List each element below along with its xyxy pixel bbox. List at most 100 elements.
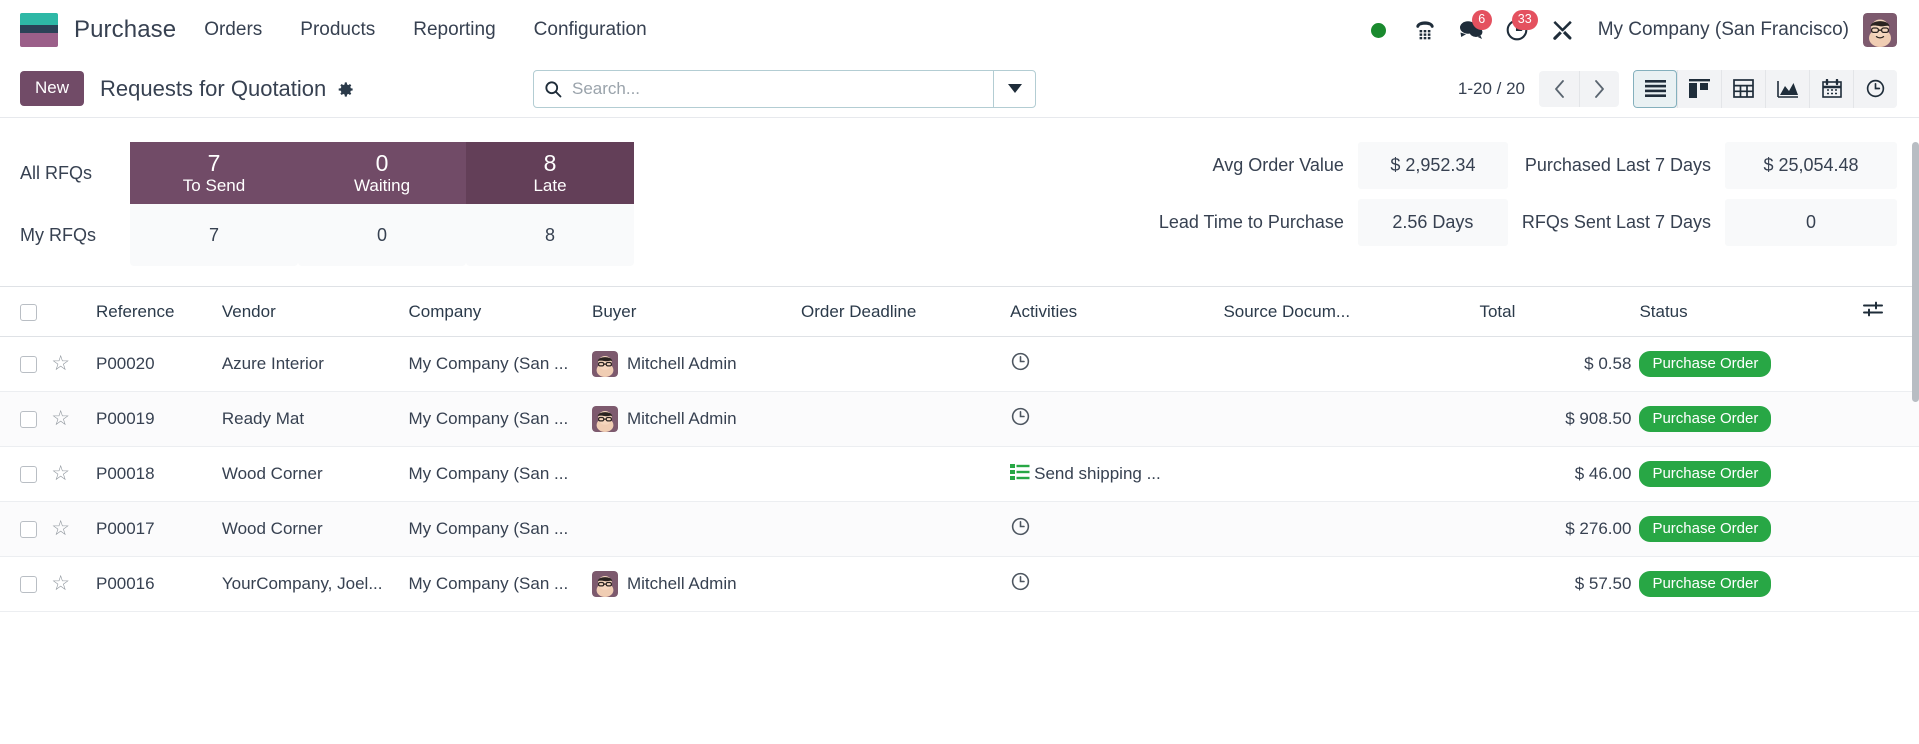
cell-activities[interactable] <box>1010 336 1224 392</box>
odoo-logo[interactable] <box>20 13 58 47</box>
vertical-scrollbar[interactable] <box>1912 142 1919 744</box>
page-title: Requests for Quotation <box>100 75 327 101</box>
select-all-checkbox[interactable] <box>20 303 37 321</box>
header-buyer[interactable]: Buyer <box>591 287 802 337</box>
activities-clock-icon[interactable]: 33 <box>1494 8 1540 52</box>
cell-optional <box>1863 336 1919 392</box>
menu-item-orders[interactable]: Orders <box>202 15 264 45</box>
kpi-rfqs-sent-last-7-days-value[interactable]: 0 <box>1725 199 1897 246</box>
table-row[interactable]: ☆ P00016 YourCompany, Joel... My Company… <box>0 556 1919 612</box>
messages-icon[interactable]: 6 <box>1448 8 1494 52</box>
table-row[interactable]: ☆ P00018 Wood Corner My Company (San ... <box>0 446 1919 502</box>
cell-reference[interactable]: P00017 <box>95 501 222 557</box>
view-switcher-kanban[interactable] <box>1677 69 1721 108</box>
pager-next-button[interactable] <box>1579 70 1619 107</box>
tile-late-all[interactable]: 8 Late <box>466 142 634 204</box>
gear-icon[interactable] <box>336 80 355 99</box>
cell-activities[interactable] <box>1010 391 1224 447</box>
phone-dialpad-icon[interactable] <box>1402 8 1448 52</box>
app-name[interactable]: Purchase <box>74 16 176 44</box>
view-switcher-graph[interactable] <box>1765 69 1809 108</box>
view-switcher-list[interactable] <box>1633 69 1677 108</box>
sliders-icon[interactable] <box>1863 301 1884 317</box>
menu-item-products[interactable]: Products <box>298 15 377 45</box>
menu-item-configuration[interactable]: Configuration <box>532 15 649 45</box>
cell-reference[interactable]: P00018 <box>95 446 222 502</box>
header-source-document[interactable]: Source Docum... <box>1223 287 1480 337</box>
pager-value[interactable]: 1-20 / 20 <box>1458 79 1525 99</box>
tile-late-mine[interactable]: 8 <box>466 204 634 266</box>
row-checkbox[interactable] <box>20 521 37 539</box>
header-vendor[interactable]: Vendor <box>221 287 409 337</box>
buyer-avatar <box>591 351 618 377</box>
rfq-aggregates: All RFQs 7 To Send 0 Waiting 8 Late My R… <box>20 142 634 266</box>
cell-company: My Company (San ... <box>408 446 592 502</box>
table-row[interactable]: ☆ P00020 Azure Interior My Company (San … <box>0 336 1919 392</box>
cell-status: Purchase Order <box>1639 391 1864 447</box>
row-checkbox[interactable] <box>20 576 37 594</box>
kpi-avg-order-value[interactable]: $ 2,952.34 <box>1357 142 1508 189</box>
cell-total: $ 276.00 <box>1479 501 1640 557</box>
view-switcher-pivot[interactable] <box>1721 69 1765 108</box>
kpi-lead-time-value[interactable]: 2.56 Days <box>1357 199 1508 246</box>
cell-vendor: Ready Mat <box>221 391 409 447</box>
favorite-star-icon[interactable]: ☆ <box>51 408 70 429</box>
clock-icon[interactable] <box>1010 406 1031 432</box>
new-button[interactable]: New <box>20 71 85 106</box>
tile-to-send-all[interactable]: 7 To Send <box>130 142 298 204</box>
tile-waiting-mine[interactable]: 0 <box>298 204 466 266</box>
select-all-header <box>0 287 52 337</box>
cell-activities[interactable] <box>1010 556 1224 612</box>
header-activities[interactable]: Activities <box>1010 287 1224 337</box>
cell-status: Purchase Order <box>1639 336 1864 392</box>
header-order-deadline[interactable]: Order Deadline <box>801 287 1011 337</box>
header-reference[interactable]: Reference <box>95 287 222 337</box>
clock-icon[interactable] <box>1010 351 1031 377</box>
table-row[interactable]: ☆ P00017 Wood Corner My Company (San ...… <box>0 501 1919 557</box>
row-select-cell <box>0 501 52 557</box>
cell-reference[interactable]: P00019 <box>95 391 222 447</box>
row-checkbox[interactable] <box>20 356 37 374</box>
row-checkbox[interactable] <box>20 411 37 429</box>
table-row[interactable]: ☆ P00019 Ready Mat My Company (San ... M… <box>0 391 1919 447</box>
cell-order-deadline <box>801 336 1011 392</box>
search-dropdown-toggle-icon[interactable] <box>993 70 1035 107</box>
cell-reference[interactable]: P00016 <box>95 556 222 612</box>
menu-item-reporting[interactable]: Reporting <box>411 15 497 45</box>
favorite-star-icon[interactable]: ☆ <box>51 353 70 374</box>
search-view <box>533 69 1036 108</box>
cell-total: $ 57.50 <box>1479 556 1640 612</box>
company-switcher[interactable]: My Company (San Francisco) <box>1598 19 1849 41</box>
view-switcher-activity[interactable] <box>1853 69 1897 108</box>
favorite-star-icon[interactable]: ☆ <box>51 573 70 594</box>
header-company[interactable]: Company <box>408 287 592 337</box>
cell-activities[interactable]: Send shipping ... <box>1010 446 1224 502</box>
optional-columns-header <box>1863 287 1919 337</box>
tasks-icon[interactable] <box>1010 462 1030 487</box>
row-select-cell <box>0 391 52 447</box>
view-switcher-calendar[interactable] <box>1809 69 1853 108</box>
activities-badge: 33 <box>1511 10 1538 30</box>
favorite-star-icon[interactable]: ☆ <box>51 463 70 484</box>
presence-status-icon[interactable] <box>1356 8 1402 52</box>
tile-to-send-all-value: 7 <box>207 150 221 176</box>
tile-waiting-all-value: 0 <box>375 150 389 176</box>
header-total[interactable]: Total <box>1479 287 1640 337</box>
user-avatar[interactable] <box>1863 13 1897 47</box>
tile-waiting-all[interactable]: 0 Waiting <box>298 142 466 204</box>
kpi-purchased-last-7-days-value[interactable]: $ 25,054.48 <box>1725 142 1897 189</box>
favorite-star-icon[interactable]: ☆ <box>51 518 70 539</box>
clock-icon[interactable] <box>1010 516 1031 542</box>
tile-to-send-mine[interactable]: 7 <box>130 204 298 266</box>
search-input[interactable] <box>572 70 993 107</box>
row-checkbox[interactable] <box>20 466 37 484</box>
pager-previous-button[interactable] <box>1539 70 1579 107</box>
tools-icon[interactable] <box>1540 8 1586 52</box>
cell-optional <box>1863 501 1919 557</box>
clock-icon[interactable] <box>1010 571 1031 597</box>
cell-activities[interactable] <box>1010 501 1224 557</box>
header-status[interactable]: Status <box>1639 287 1864 337</box>
cell-reference[interactable]: P00020 <box>95 336 222 392</box>
cell-order-deadline <box>801 556 1011 612</box>
control-panel-right: 1-20 / 20 <box>1458 69 1897 108</box>
